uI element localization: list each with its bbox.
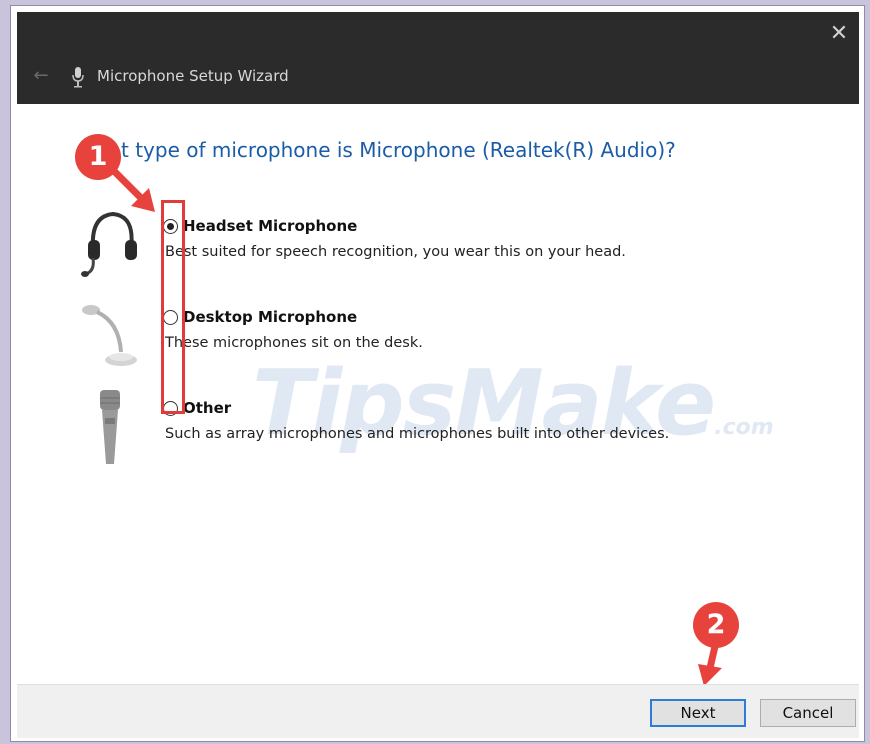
cancel-button[interactable]: Cancel: [760, 699, 856, 727]
back-arrow-icon[interactable]: ←: [29, 64, 53, 88]
option-description: Such as array microphones and microphone…: [165, 426, 670, 442]
annotation-arrow-1: [109, 166, 155, 212]
wizard-title: Microphone Setup Wizard: [97, 67, 289, 85]
handheld-mic-icon: [100, 390, 120, 464]
annotation-highlight-box: [161, 200, 185, 414]
option-title: Other: [183, 399, 232, 417]
option-desktop[interactable]: Desktop Microphone These microphones sit…: [163, 308, 813, 358]
annotation-arrow-2: [698, 640, 722, 686]
microphone-icon: [72, 67, 84, 88]
option-description: Best suited for speech recognition, you …: [165, 244, 626, 260]
desktop-mic-icon: [82, 305, 137, 366]
close-icon[interactable]: ✕: [825, 20, 853, 48]
wizard-window: ✕ ← Microphone Setup Wizard t type of mi…: [10, 5, 865, 742]
wizard-content: t type of microphone is Microphone (Real…: [17, 104, 859, 686]
page-question: t type of microphone is Microphone (Real…: [121, 138, 676, 162]
title-bar: ✕ ← Microphone Setup Wizard: [17, 12, 859, 104]
option-headset[interactable]: Headset Microphone Best suited for speec…: [163, 217, 813, 267]
option-title: Headset Microphone: [183, 217, 358, 235]
option-description: These microphones sit on the desk.: [165, 335, 423, 351]
option-title: Desktop Microphone: [183, 308, 358, 326]
option-other[interactable]: Other Such as array microphones and micr…: [163, 399, 813, 449]
next-button[interactable]: Next: [650, 699, 746, 727]
wizard-footer: Next Cancel: [17, 684, 859, 738]
